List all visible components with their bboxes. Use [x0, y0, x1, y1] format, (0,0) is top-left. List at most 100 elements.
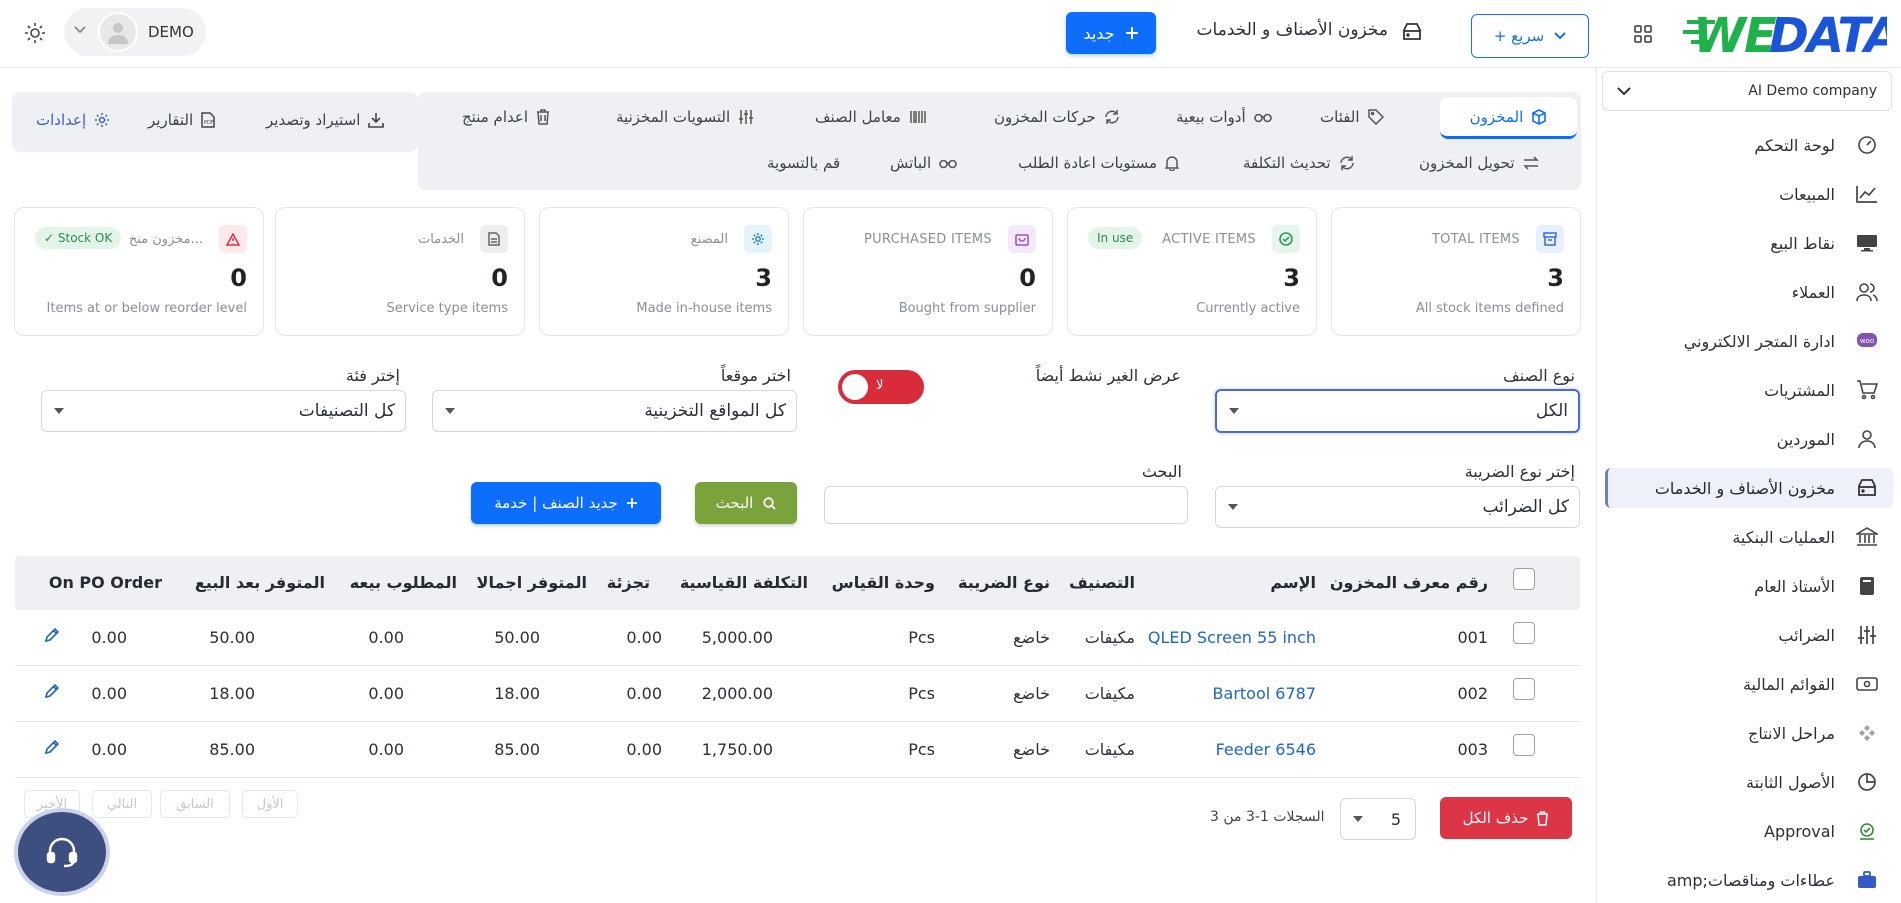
cell-total-available: 18.00 [494, 684, 540, 703]
previous-page-button[interactable]: السابق [160, 790, 230, 818]
pdf-file-icon: PDF [201, 112, 215, 128]
sidebar-item-tenders[interactable]: amp;عطاءات ومناقصات [1605, 860, 1893, 900]
row-checkbox[interactable] [1513, 622, 1535, 644]
company-selector[interactable]: AI Demo company [1602, 71, 1892, 111]
item-name-link[interactable]: Feeder 6546 [1216, 740, 1316, 759]
tab-reorder-levels[interactable]: مستويات اعادة الطلب [1018, 154, 1180, 172]
sidebar-item-ledger[interactable]: الأستاذ العام [1605, 566, 1893, 606]
sliders-icon [739, 110, 754, 124]
sidebar-item-ecommerce[interactable]: ادارة المتجر الالكتروني woo [1605, 321, 1893, 361]
quick-add-button[interactable]: + سريع [1471, 14, 1589, 58]
cell-total-available: 85.00 [494, 740, 540, 759]
show-inactive-toggle[interactable]: لا [838, 370, 924, 404]
sidebar-item-sales[interactable]: المبيعات [1605, 174, 1893, 214]
col-tax-type: نوع الضريبة [958, 573, 1050, 592]
chart-line-icon [1855, 185, 1879, 203]
tab-settings[interactable]: إعدادات [36, 111, 110, 129]
cell-standard-cost: 5,000.00 [701, 628, 773, 647]
tab-reports[interactable]: التقارير PDF [148, 111, 215, 129]
caret-down-icon [445, 408, 455, 414]
sidebar-item-suppliers[interactable]: الموردين [1605, 419, 1893, 459]
item-name-link[interactable]: QLED Screen 55 inch [1148, 628, 1316, 647]
select-all-checkbox[interactable] [1513, 568, 1535, 590]
cell-total-available: 50.00 [494, 628, 540, 647]
tab-stock-transfer[interactable]: تحويل المخزون [1419, 154, 1539, 172]
inventory-icon [1401, 22, 1423, 42]
support-chat-button[interactable] [14, 808, 110, 896]
item-type-label: نوع الصنف [1503, 366, 1575, 385]
tab-product-disposal[interactable]: اعدام منتج [462, 108, 550, 126]
edit-pencil-icon[interactable] [44, 683, 60, 699]
sidebar-item-banking[interactable]: العمليات البنكية [1605, 517, 1893, 557]
wedata-logo[interactable]: WE DATA [1683, 6, 1887, 62]
card-manufactured: المصنع 3 Made in-house items [539, 207, 789, 336]
sidebar-item-taxes[interactable]: الضرائب [1605, 615, 1893, 655]
tab-sales-tools[interactable]: أدوات بيعية [1176, 108, 1272, 126]
cell-available-after-sale: 50.00 [209, 628, 255, 647]
cell-tax-type: خاضع [1013, 740, 1050, 759]
sidebar-item-assets[interactable]: الأصول الثابتة [1605, 762, 1893, 802]
col-retail: تجزئة [606, 573, 650, 592]
col-total-available: المتوفر اجمالا [476, 573, 587, 592]
sidebar-item-purchases[interactable]: المشتريات [1605, 370, 1893, 410]
tab-import-export[interactable]: استيراد وتصدير [266, 111, 385, 129]
tax-select[interactable]: كل الضرائب [1215, 486, 1580, 528]
tab-cost-update[interactable]: تحديث التكلفة [1243, 154, 1355, 172]
sliders-icon [1855, 625, 1879, 645]
svg-text:DATA: DATA [1769, 8, 1887, 62]
delete-all-button[interactable]: حذف الكل [1440, 797, 1572, 839]
cell-unit: Pcs [908, 628, 935, 647]
row-checkbox[interactable] [1513, 678, 1535, 700]
svg-text:PDF: PDF [204, 120, 214, 126]
apps-grid-icon[interactable] [1629, 20, 1657, 48]
briefcase-icon [1855, 871, 1879, 889]
sidebar: AI Demo company لوحة التحكم المبيعات نقا… [1596, 68, 1901, 903]
sidebar-item-production[interactable]: مراحل الانتاج [1605, 713, 1893, 753]
warning-icon [219, 225, 247, 253]
cell-ordered: 0.00 [368, 740, 404, 759]
status-badge: In use [1088, 227, 1143, 249]
col-category: التصنيف [1069, 573, 1135, 592]
sidebar-item-customers[interactable]: العملاء [1605, 272, 1893, 312]
first-page-button[interactable]: الأول [242, 790, 298, 818]
tab-inventory[interactable]: المخزون [1440, 97, 1577, 139]
sidebar-item-financial[interactable]: القوائم المالية [1605, 664, 1893, 704]
barcode-icon [910, 111, 926, 123]
next-page-button[interactable]: التالي [92, 790, 152, 818]
sun-icon[interactable] [24, 22, 46, 44]
cell-category: مكيفات [1084, 684, 1135, 703]
cell-tax-type: خاضع [1013, 628, 1050, 647]
cell-stock-id: 002 [1457, 684, 1488, 703]
sidebar-item-inventory[interactable]: مخزون الأصناف و الخدمات [1605, 468, 1893, 508]
sidebar-item-pos[interactable]: نقاط البيع [1605, 223, 1893, 263]
sidebar-item-approval[interactable]: Approval [1605, 811, 1893, 851]
cell-standard-cost: 1,750.00 [701, 740, 773, 759]
search-input[interactable] [824, 486, 1188, 524]
page-title: مخزون الأصناف و الخدمات [1196, 20, 1388, 40]
tab-reconcile[interactable]: قم بالتسوية [767, 154, 840, 172]
tab-item-factors[interactable]: معامل الصنف [815, 108, 927, 126]
location-select[interactable]: كل المواقع التخزينية [432, 390, 797, 432]
tab-categories[interactable]: الفئات [1320, 108, 1384, 126]
user-menu[interactable]: DEMO [64, 8, 206, 56]
headset-icon [46, 837, 78, 868]
card-total-items: TOTAL ITEMS 3 All stock items defined [1331, 207, 1581, 336]
item-name-link[interactable]: Bartool 6787 [1213, 684, 1316, 703]
new-button[interactable]: جديد [1066, 12, 1156, 54]
tab-batch[interactable]: الباتش [890, 154, 957, 172]
item-type-select[interactable]: الكل [1215, 389, 1580, 433]
tab-stock-movements[interactable]: حركات المخزون [994, 108, 1120, 126]
search-button[interactable]: البحث [695, 482, 797, 524]
plus-icon [626, 498, 637, 508]
new-item-button[interactable]: جديد الصنف | خدمة [471, 482, 661, 524]
edit-pencil-icon[interactable] [44, 739, 60, 755]
sidebar-item-dashboard[interactable]: لوحة التحكم [1605, 125, 1893, 165]
col-available-after-sale: المتوفر بعد البيع [194, 573, 325, 592]
caret-down-icon [1353, 816, 1363, 822]
cube-icon [1532, 108, 1547, 125]
row-checkbox[interactable] [1513, 734, 1535, 756]
page-size-select[interactable]: 5 [1340, 798, 1416, 840]
edit-pencil-icon[interactable] [44, 627, 60, 643]
tab-stock-adjustments[interactable]: التسويات المخزنية [616, 108, 754, 126]
category-select[interactable]: كل التصنيفات [41, 390, 406, 432]
